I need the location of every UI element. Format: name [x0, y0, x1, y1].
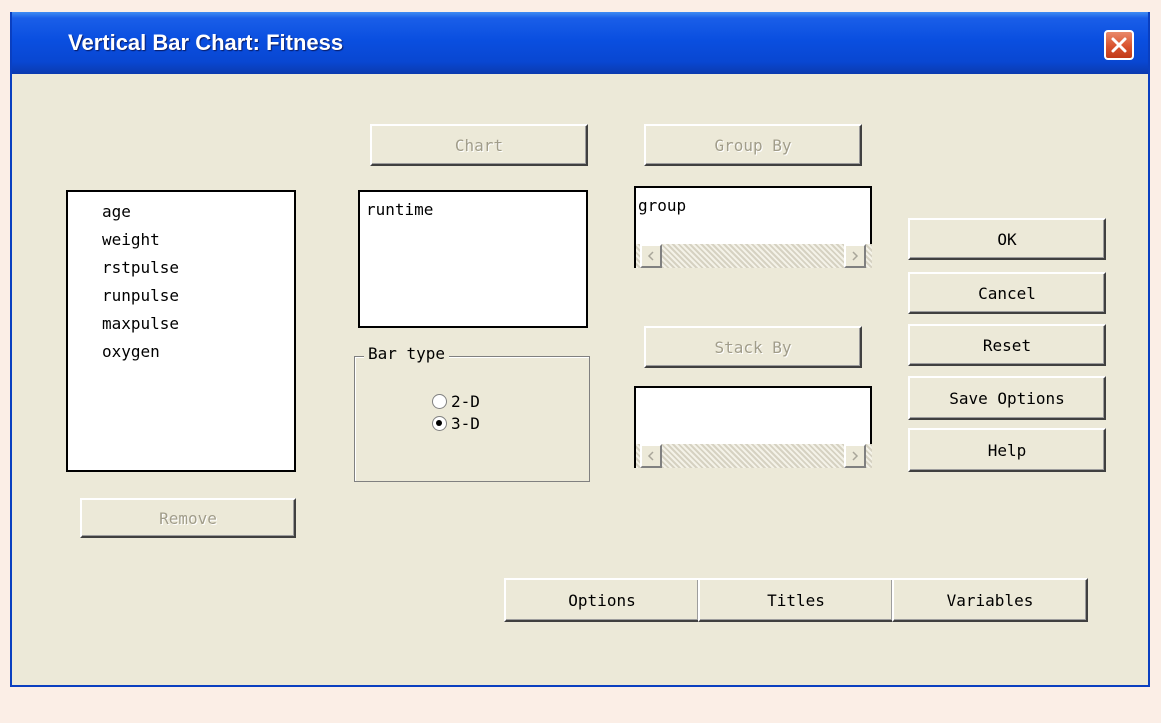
variables-listbox[interactable]: age weight rstpulse runpulse maxpulse ox…	[66, 190, 296, 472]
arrow-right-icon	[852, 251, 859, 261]
radio-label: 2-D	[451, 391, 480, 411]
scroll-right-button[interactable]	[844, 444, 866, 468]
scroll-left-button[interactable]	[640, 244, 662, 268]
title-bar[interactable]: Vertical Bar Chart: Fitness	[12, 12, 1148, 74]
arrow-left-icon	[647, 451, 654, 461]
options-button[interactable]: Options	[504, 578, 700, 622]
dialog-window: Vertical Bar Chart: Fitness age weight r…	[10, 12, 1150, 687]
list-item[interactable]: rstpulse	[102, 254, 294, 282]
save-options-button[interactable]: Save Options	[908, 376, 1106, 420]
group-by-field[interactable]: group	[634, 186, 872, 244]
radio-button[interactable]	[432, 415, 447, 431]
scroll-left-button[interactable]	[640, 444, 662, 468]
radio-2d[interactable]: 2-D	[432, 390, 480, 412]
remove-button[interactable]: Remove	[80, 498, 296, 538]
reset-button[interactable]: Reset	[908, 324, 1106, 366]
titles-button[interactable]: Titles	[698, 578, 894, 622]
close-button[interactable]	[1104, 30, 1134, 60]
stack-by-value	[638, 392, 870, 420]
stack-by-field[interactable]	[634, 386, 872, 444]
chart-button[interactable]: Chart	[370, 124, 588, 166]
chart-variable-listbox[interactable]: runtime	[358, 190, 588, 328]
group-by-scrollbar[interactable]	[634, 244, 872, 268]
list-item[interactable]: age	[102, 198, 294, 226]
arrow-left-icon	[647, 251, 654, 261]
list-item[interactable]: oxygen	[102, 338, 294, 366]
close-icon	[1111, 37, 1127, 53]
list-item[interactable]: runpulse	[102, 282, 294, 310]
help-button[interactable]: Help	[908, 428, 1106, 472]
cancel-button[interactable]: Cancel	[908, 272, 1106, 314]
stack-by-scrollbar[interactable]	[634, 444, 872, 468]
bar-type-legend: Bar type	[364, 344, 450, 363]
radio-3d[interactable]: 3-D	[432, 412, 480, 434]
ok-button[interactable]: OK	[908, 218, 1106, 260]
scroll-right-button[interactable]	[844, 244, 866, 268]
window-title: Vertical Bar Chart: Fitness	[68, 30, 344, 55]
radio-label: 3-D	[451, 413, 480, 433]
list-item[interactable]: runtime	[366, 196, 586, 224]
radio-button[interactable]	[432, 393, 447, 409]
arrow-right-icon	[852, 451, 859, 461]
variables-button[interactable]: Variables	[892, 578, 1088, 622]
group-by-value: group	[638, 196, 687, 215]
list-item[interactable]: weight	[102, 226, 294, 254]
list-item[interactable]: maxpulse	[102, 310, 294, 338]
group-by-button[interactable]: Group By	[644, 124, 862, 166]
bar-type-options: 2-D 3-D	[432, 390, 480, 434]
stack-by-button[interactable]: Stack By	[644, 326, 862, 368]
